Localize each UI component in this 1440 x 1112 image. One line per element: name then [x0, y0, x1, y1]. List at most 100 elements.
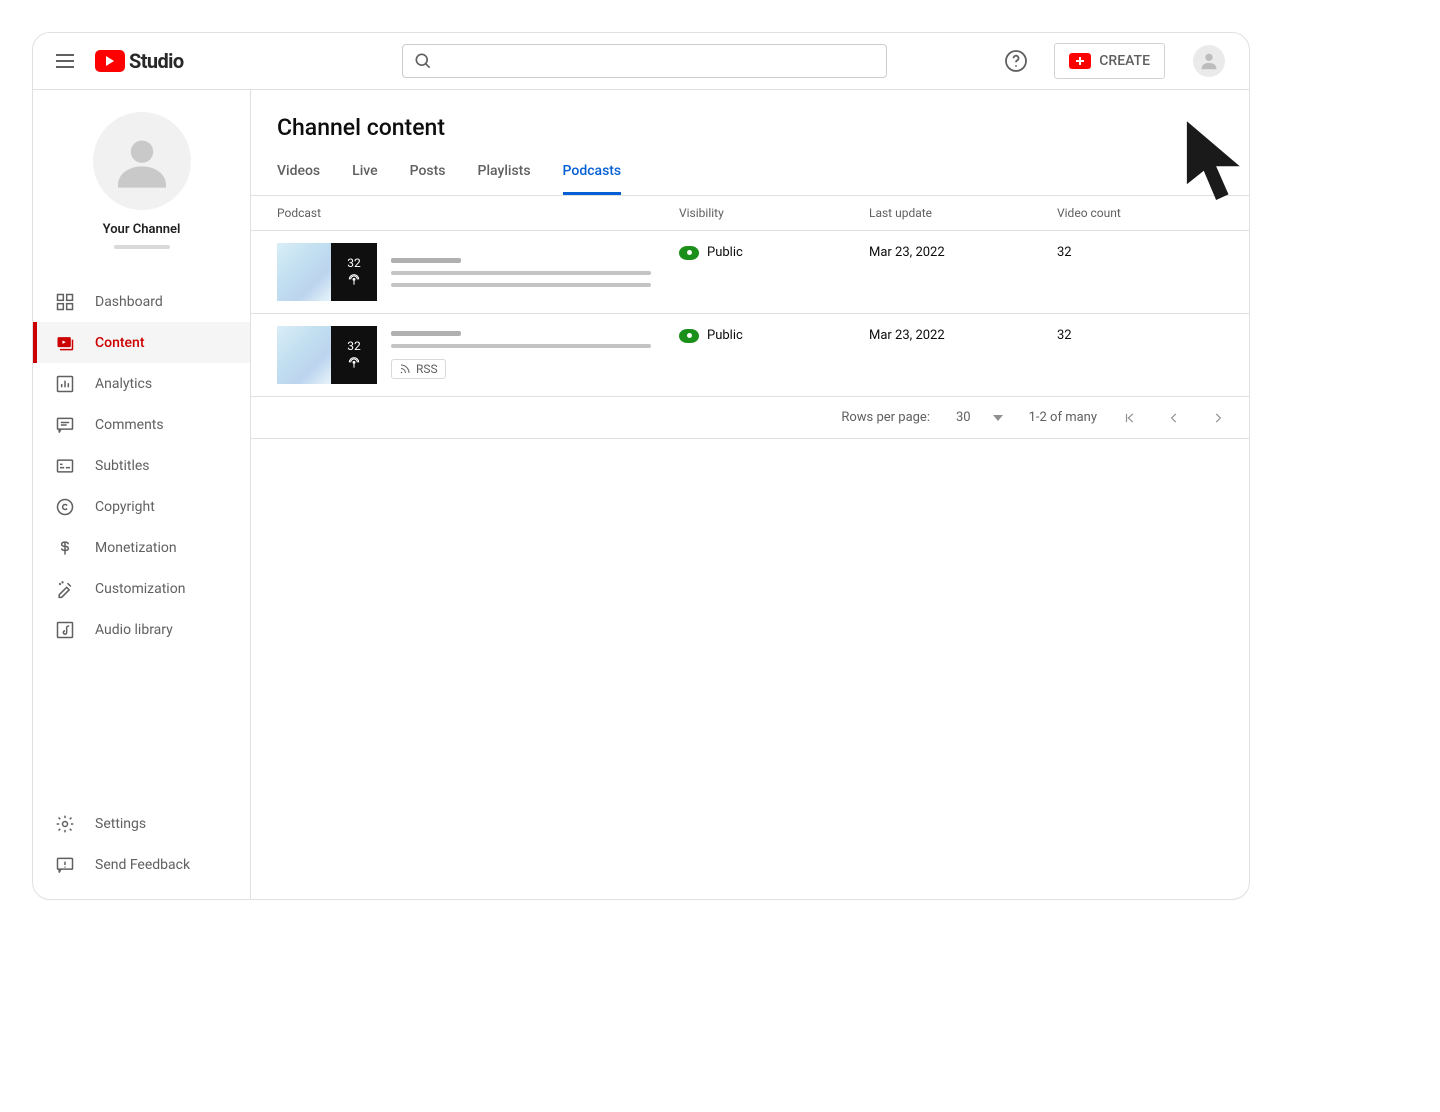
studio-logo[interactable]: Studio: [95, 49, 184, 73]
thumbnail-count: 32: [347, 339, 361, 353]
create-button[interactable]: CREATE: [1054, 43, 1165, 79]
last-update-cell: Mar 23, 2022: [869, 326, 1057, 343]
settings-icon: [55, 814, 75, 834]
video-count-cell: 32: [1057, 326, 1217, 343]
monetization-icon: [55, 538, 75, 558]
youtube-play-icon: [95, 50, 125, 72]
sidebar-item-content[interactable]: Content: [33, 322, 250, 363]
tab-live[interactable]: Live: [352, 151, 377, 195]
col-video-count: Video count: [1057, 206, 1217, 220]
sidebar-item-label: Monetization: [95, 540, 177, 556]
sidebar-item-feedback[interactable]: Send Feedback: [33, 844, 250, 885]
sidebar-item-subtitles[interactable]: Subtitles: [33, 445, 250, 486]
help-icon[interactable]: [1004, 49, 1028, 73]
rows-per-page-value: 30: [956, 410, 971, 425]
search-box[interactable]: [402, 44, 887, 78]
content-tabs: Videos Live Posts Playlists Podcasts: [251, 151, 1249, 196]
visibility-cell[interactable]: Public: [679, 326, 869, 343]
sidebar-item-label: Subtitles: [95, 458, 150, 474]
rows-per-page-select[interactable]: 30: [956, 410, 1003, 425]
sidebar-item-label: Comments: [95, 417, 164, 433]
app-window: Studio CREATE Your Channel: [32, 32, 1250, 900]
table-row[interactable]: 32 Public Mar 23, 2022 32: [251, 231, 1249, 314]
video-count-cell: 32: [1057, 243, 1217, 260]
sidebar-item-label: Customization: [95, 581, 185, 597]
pager-nav: [1123, 411, 1225, 425]
tab-podcasts[interactable]: Podcasts: [563, 151, 622, 195]
podcast-title-placeholder: [391, 243, 679, 301]
col-last-update: Last update: [869, 206, 1057, 220]
sidebar: Your Channel Dashboard Content Analytics: [33, 90, 251, 899]
visibility-label: Public: [707, 328, 743, 343]
search-input[interactable]: [443, 53, 876, 69]
sidebar-item-label: Copyright: [95, 499, 155, 515]
visibility-cell[interactable]: Public: [679, 243, 869, 260]
first-page-icon: [1123, 411, 1137, 425]
visibility-public-icon: [679, 246, 699, 260]
podcast-cell: 32: [277, 243, 679, 301]
podcast-cell: 32 RSS: [277, 326, 679, 384]
tab-posts[interactable]: Posts: [410, 151, 446, 195]
chevron-down-icon: [993, 413, 1003, 423]
sidebar-item-monetization[interactable]: Monetization: [33, 527, 250, 568]
main-content: Channel content Videos Live Posts Playli…: [251, 90, 1249, 899]
prev-page-button[interactable]: [1167, 411, 1181, 425]
podcast-thumbnail[interactable]: 32: [277, 243, 377, 301]
col-podcast: Podcast: [277, 206, 679, 220]
create-button-label: CREATE: [1099, 53, 1150, 69]
last-update-cell: Mar 23, 2022: [869, 243, 1057, 260]
topbar: Studio CREATE: [33, 33, 1249, 90]
chevron-right-icon: [1211, 411, 1225, 425]
visibility-label: Public: [707, 245, 743, 260]
rss-icon: [399, 363, 411, 375]
table-pager: Rows per page: 30 1-2 of many: [251, 397, 1249, 439]
sidebar-item-label: Content: [95, 335, 145, 351]
podcast-title-placeholder: RSS: [391, 326, 679, 384]
sidebar-item-copyright[interactable]: Copyright: [33, 486, 250, 527]
table-row[interactable]: 32 RSS Public: [251, 314, 1249, 397]
rss-badge[interactable]: RSS: [391, 359, 446, 379]
search-icon: [413, 51, 433, 71]
body: Your Channel Dashboard Content Analytics: [33, 90, 1249, 899]
sidebar-item-label: Send Feedback: [95, 857, 190, 873]
sidebar-item-dashboard[interactable]: Dashboard: [33, 281, 250, 322]
thumbnail-count: 32: [347, 256, 361, 270]
sidebar-item-comments[interactable]: Comments: [33, 404, 250, 445]
table-header: Podcast Visibility Last update Video cou…: [251, 196, 1249, 231]
podcast-icon: [346, 355, 362, 371]
sidebar-item-label: Analytics: [95, 376, 152, 392]
first-page-button[interactable]: [1123, 411, 1137, 425]
sidebar-item-analytics[interactable]: Analytics: [33, 363, 250, 404]
channel-avatar[interactable]: [93, 112, 191, 210]
sidebar-item-settings[interactable]: Settings: [33, 803, 250, 844]
tab-videos[interactable]: Videos: [277, 151, 320, 195]
tab-playlists[interactable]: Playlists: [478, 151, 531, 195]
sidebar-nav: Dashboard Content Analytics Comments Sub…: [33, 263, 250, 803]
next-page-button[interactable]: [1211, 411, 1225, 425]
comments-icon: [55, 415, 75, 435]
sidebar-item-label: Settings: [95, 816, 146, 832]
sidebar-item-audio-library[interactable]: Audio library: [33, 609, 250, 650]
chevron-left-icon: [1167, 411, 1181, 425]
copyright-icon: [55, 497, 75, 517]
col-visibility: Visibility: [679, 206, 869, 220]
logo-text: Studio: [129, 49, 184, 73]
create-video-icon: [1069, 53, 1091, 69]
channel-name: Your Channel: [103, 222, 181, 237]
sidebar-item-label: Dashboard: [95, 294, 163, 310]
search-wrap: [402, 44, 887, 78]
visibility-public-icon: [679, 329, 699, 343]
thumbnail-image: [277, 243, 331, 301]
sidebar-bottom: Settings Send Feedback: [33, 803, 250, 899]
content-icon: [55, 333, 75, 353]
rss-label: RSS: [416, 362, 438, 376]
feedback-icon: [55, 855, 75, 875]
podcast-thumbnail[interactable]: 32: [277, 326, 377, 384]
sidebar-item-customization[interactable]: Customization: [33, 568, 250, 609]
account-avatar[interactable]: [1193, 45, 1225, 77]
page-title: Channel content: [251, 90, 1249, 151]
thumbnail-image: [277, 326, 331, 384]
customization-icon: [55, 579, 75, 599]
channel-handle-placeholder: [114, 245, 170, 249]
hamburger-menu-icon[interactable]: [53, 49, 77, 73]
